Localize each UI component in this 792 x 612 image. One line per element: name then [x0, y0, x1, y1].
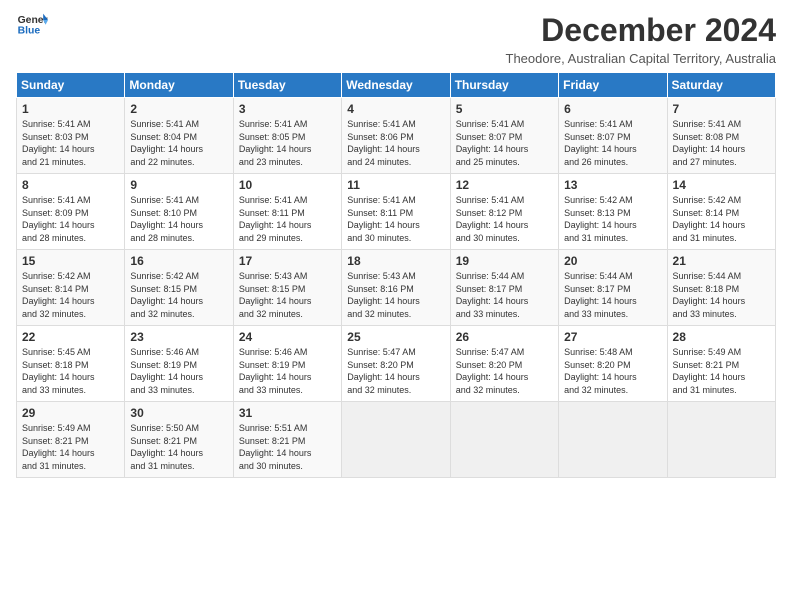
calendar-title: December 2024	[506, 12, 777, 49]
header-thursday: Thursday	[450, 73, 558, 98]
page: General Blue December 2024 Theodore, Aus…	[0, 0, 792, 490]
calendar-subtitle: Theodore, Australian Capital Territory, …	[506, 51, 777, 66]
header-friday: Friday	[559, 73, 667, 98]
table-row: 28Sunrise: 5:49 AMSunset: 8:21 PMDayligh…	[667, 326, 775, 402]
table-row	[667, 402, 775, 478]
table-row: 11Sunrise: 5:41 AMSunset: 8:11 PMDayligh…	[342, 174, 450, 250]
table-row: 12Sunrise: 5:41 AMSunset: 8:12 PMDayligh…	[450, 174, 558, 250]
table-row	[450, 402, 558, 478]
table-row: 2Sunrise: 5:41 AMSunset: 8:04 PMDaylight…	[125, 98, 233, 174]
header-sunday: Sunday	[17, 73, 125, 98]
table-row: 7Sunrise: 5:41 AMSunset: 8:08 PMDaylight…	[667, 98, 775, 174]
table-row: 27Sunrise: 5:48 AMSunset: 8:20 PMDayligh…	[559, 326, 667, 402]
table-row: 10Sunrise: 5:41 AMSunset: 8:11 PMDayligh…	[233, 174, 341, 250]
table-row: 30Sunrise: 5:50 AMSunset: 8:21 PMDayligh…	[125, 402, 233, 478]
header-tuesday: Tuesday	[233, 73, 341, 98]
table-row: 24Sunrise: 5:46 AMSunset: 8:19 PMDayligh…	[233, 326, 341, 402]
table-row: 3Sunrise: 5:41 AMSunset: 8:05 PMDaylight…	[233, 98, 341, 174]
table-row: 15Sunrise: 5:42 AMSunset: 8:14 PMDayligh…	[17, 250, 125, 326]
logo-icon: General Blue	[16, 12, 48, 40]
table-row: 17Sunrise: 5:43 AMSunset: 8:15 PMDayligh…	[233, 250, 341, 326]
header-wednesday: Wednesday	[342, 73, 450, 98]
table-row: 4Sunrise: 5:41 AMSunset: 8:06 PMDaylight…	[342, 98, 450, 174]
table-row: 19Sunrise: 5:44 AMSunset: 8:17 PMDayligh…	[450, 250, 558, 326]
table-row	[342, 402, 450, 478]
header: General Blue December 2024 Theodore, Aus…	[16, 12, 776, 66]
svg-text:Blue: Blue	[18, 26, 41, 37]
table-row: 5Sunrise: 5:41 AMSunset: 8:07 PMDaylight…	[450, 98, 558, 174]
table-row: 14Sunrise: 5:42 AMSunset: 8:14 PMDayligh…	[667, 174, 775, 250]
table-row: 31Sunrise: 5:51 AMSunset: 8:21 PMDayligh…	[233, 402, 341, 478]
table-row: 9Sunrise: 5:41 AMSunset: 8:10 PMDaylight…	[125, 174, 233, 250]
header-monday: Monday	[125, 73, 233, 98]
title-block: December 2024 Theodore, Australian Capit…	[506, 12, 777, 66]
table-row: 16Sunrise: 5:42 AMSunset: 8:15 PMDayligh…	[125, 250, 233, 326]
table-row: 20Sunrise: 5:44 AMSunset: 8:17 PMDayligh…	[559, 250, 667, 326]
table-row: 25Sunrise: 5:47 AMSunset: 8:20 PMDayligh…	[342, 326, 450, 402]
table-row: 22Sunrise: 5:45 AMSunset: 8:18 PMDayligh…	[17, 326, 125, 402]
table-row: 8Sunrise: 5:41 AMSunset: 8:09 PMDaylight…	[17, 174, 125, 250]
table-row: 29Sunrise: 5:49 AMSunset: 8:21 PMDayligh…	[17, 402, 125, 478]
table-row: 23Sunrise: 5:46 AMSunset: 8:19 PMDayligh…	[125, 326, 233, 402]
logo: General Blue	[16, 12, 48, 40]
table-row: 26Sunrise: 5:47 AMSunset: 8:20 PMDayligh…	[450, 326, 558, 402]
table-row: 21Sunrise: 5:44 AMSunset: 8:18 PMDayligh…	[667, 250, 775, 326]
table-row	[559, 402, 667, 478]
table-row: 13Sunrise: 5:42 AMSunset: 8:13 PMDayligh…	[559, 174, 667, 250]
table-row: 6Sunrise: 5:41 AMSunset: 8:07 PMDaylight…	[559, 98, 667, 174]
day-1: 1Sunrise: 5:41 AMSunset: 8:03 PMDaylight…	[17, 98, 125, 174]
table-row: 18Sunrise: 5:43 AMSunset: 8:16 PMDayligh…	[342, 250, 450, 326]
calendar-header-row: Sunday Monday Tuesday Wednesday Thursday…	[17, 73, 776, 98]
header-saturday: Saturday	[667, 73, 775, 98]
calendar-table: Sunday Monday Tuesday Wednesday Thursday…	[16, 72, 776, 478]
